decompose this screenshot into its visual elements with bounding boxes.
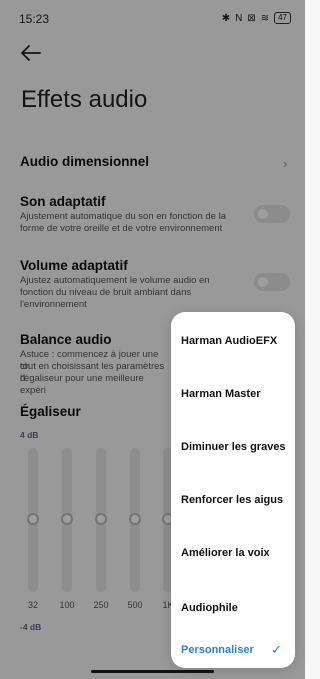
menu-item-ameliorer-voix[interactable]: Améliorer la voix — [181, 546, 289, 560]
menu-item-audiophile[interactable]: Audiophile — [181, 601, 289, 615]
menu-item-diminuer-graves[interactable]: Diminuer les graves — [181, 440, 289, 454]
home-indicator[interactable] — [91, 670, 214, 673]
preset-menu: Harman AudioEFX Harman Master Diminuer l… — [171, 312, 295, 668]
menu-item-harman-audioefx[interactable]: Harman AudioEFX — [181, 334, 289, 348]
menu-item-harman-master[interactable]: Harman Master — [181, 387, 289, 401]
menu-item-renforcer-aigus[interactable]: Renforcer les aigus — [181, 493, 289, 507]
checkmark-icon: ✓ — [271, 642, 282, 657]
